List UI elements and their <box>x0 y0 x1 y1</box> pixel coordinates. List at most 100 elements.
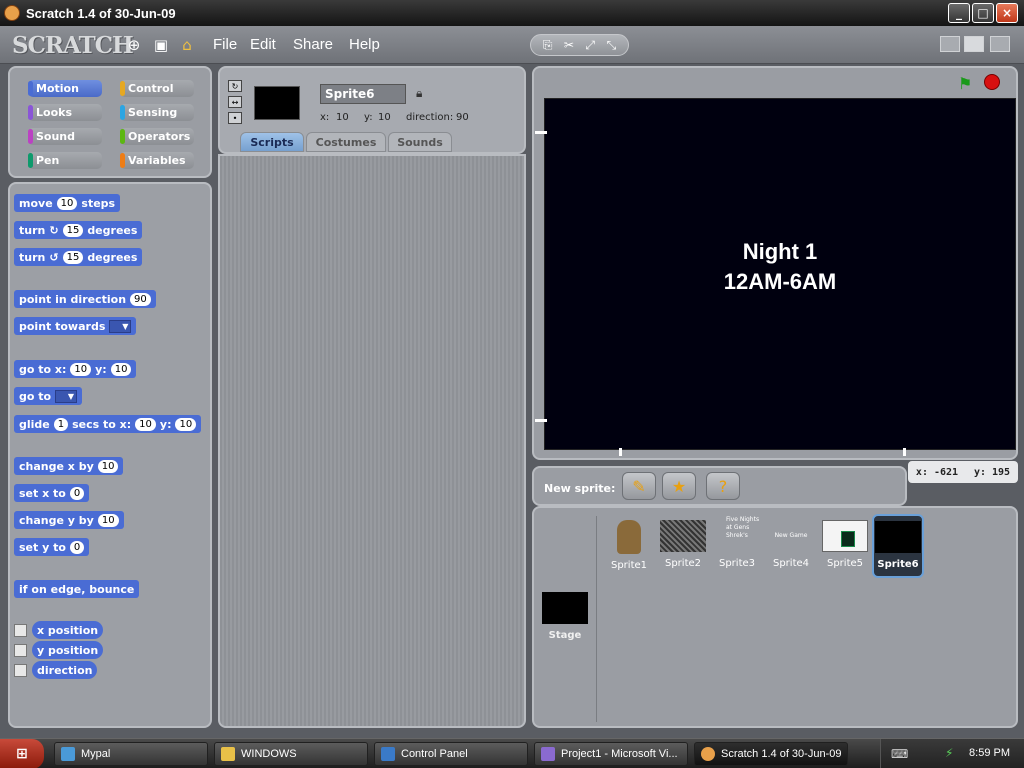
menu-file[interactable]: File <box>213 36 237 53</box>
sprite-thumbnail <box>254 86 300 120</box>
sprite-tile-3[interactable]: Five Nights at Gens Shrek's Sprite3 <box>712 514 762 576</box>
category-motion[interactable]: Motion <box>28 80 102 97</box>
task-visual-basic[interactable]: Project1 - Microsoft Vi... <box>534 742 688 766</box>
sprite-tile-4[interactable]: New Game Sprite4 <box>766 514 816 576</box>
sprite-tile-5[interactable]: Sprite5 <box>820 514 870 576</box>
shrink-icon[interactable]: ⤡ <box>603 37 619 53</box>
block-move[interactable]: move 10 steps <box>14 194 121 212</box>
change-x-input[interactable]: 10 <box>97 459 119 473</box>
menu-share[interactable]: Share <box>293 36 333 53</box>
mypal-icon <box>61 747 75 761</box>
stop-sign-icon[interactable] <box>984 74 1000 90</box>
start-button[interactable]: ⊞ <box>0 739 44 768</box>
glide-y-input[interactable]: 10 <box>175 417 197 431</box>
sprite-tile-2[interactable]: Sprite2 <box>658 514 708 576</box>
power-icon[interactable]: ⚡ <box>945 746 953 760</box>
block-go-to[interactable]: go to ▼ <box>14 387 83 405</box>
stage-canvas[interactable]: Night 1 12AM-6AM <box>535 98 1016 456</box>
close-button[interactable]: × <box>996 3 1018 23</box>
task-label: WINDOWS <box>241 748 297 760</box>
clock[interactable]: 8:59 PM <box>969 747 1010 759</box>
sprite2-thumbnail <box>660 520 706 552</box>
rotation-none-icon[interactable]: • <box>228 112 242 124</box>
direction-checkbox[interactable] <box>14 664 27 677</box>
rotation-left-right-icon[interactable]: ↔ <box>228 96 242 108</box>
sprite-tile-6[interactable]: Sprite6 <box>872 514 924 578</box>
turn-ccw-degrees-input[interactable]: 15 <box>62 250 84 264</box>
menu-edit[interactable]: Edit <box>250 36 276 53</box>
category-pen[interactable]: Pen <box>28 152 102 169</box>
block-set-x[interactable]: set x to 0 <box>14 484 90 502</box>
paint-new-sprite-icon[interactable]: ✎ <box>622 472 656 500</box>
menu-help[interactable]: Help <box>349 36 380 53</box>
category-operators[interactable]: Operators <box>120 128 194 145</box>
block-turn-counterclockwise[interactable]: turn ↺ 15 degrees <box>14 248 143 266</box>
maximize-button[interactable]: □ <box>972 3 994 23</box>
point-towards-dropdown[interactable]: ▼ <box>109 319 132 333</box>
mouse-coordinates: x: -621 y: 195 <box>908 461 1018 483</box>
glide-x-input[interactable]: 10 <box>135 417 156 431</box>
minimize-button[interactable]: _ <box>948 3 970 23</box>
tab-sounds[interactable]: Sounds <box>388 132 452 152</box>
rotation-free-icon[interactable]: ↻ <box>228 80 242 92</box>
green-flag-icon[interactable]: ⚑ <box>958 74 972 93</box>
go-to-y-input[interactable]: 10 <box>110 362 132 376</box>
reporter-y-position[interactable]: y position <box>32 641 104 659</box>
go-to-x-input[interactable]: 10 <box>70 362 92 376</box>
glide-secs-input[interactable]: 1 <box>53 417 69 431</box>
choose-sprite-from-file-icon[interactable]: ★ <box>662 472 696 500</box>
keyboard-icon[interactable]: ⌨ <box>891 747 908 761</box>
block-point-in-direction[interactable]: point in direction 90 <box>14 290 156 308</box>
tab-costumes[interactable]: Costumes <box>306 132 386 152</box>
y-position-checkbox[interactable] <box>14 644 27 657</box>
block-go-to-xy[interactable]: go to x: 10 y: 10 <box>14 360 137 378</box>
grow-icon[interactable]: ⤢ <box>582 37 598 53</box>
sprite-label: Sprite2 <box>664 558 702 569</box>
share-icon[interactable]: ⌂ <box>178 36 196 54</box>
block-turn-clockwise[interactable]: turn ↻ 15 degrees <box>14 221 143 239</box>
direction-dropdown[interactable]: 90 <box>130 292 151 306</box>
task-mypal[interactable]: Mypal <box>54 742 208 766</box>
sprite-name-field[interactable]: Sprite6 <box>320 84 406 104</box>
duplicate-icon[interactable]: ⎘ <box>540 37 556 53</box>
block-change-x[interactable]: change x by 10 <box>14 457 124 475</box>
block-change-y[interactable]: change y by 10 <box>14 511 124 529</box>
block-bounce[interactable]: if on edge, bounce <box>14 580 140 598</box>
set-y-input[interactable]: 0 <box>69 540 85 554</box>
reporter-direction[interactable]: direction <box>32 661 98 679</box>
reporter-x-position[interactable]: x position <box>32 621 104 639</box>
task-control-panel[interactable]: Control Panel <box>374 742 528 766</box>
sprite1-thumbnail <box>617 520 641 554</box>
task-scratch[interactable]: Scratch 1.4 of 30-Jun-09 <box>694 742 848 766</box>
category-sensing[interactable]: Sensing <box>120 104 194 121</box>
category-selector: Motion Control Looks Sensing Sound Opera… <box>8 66 212 178</box>
save-icon[interactable]: ▣ <box>152 36 170 54</box>
set-x-input[interactable]: 0 <box>69 486 85 500</box>
x-position-checkbox[interactable] <box>14 624 27 637</box>
move-steps-input[interactable]: 10 <box>56 196 78 210</box>
go-to-dropdown[interactable]: ▼ <box>55 389 78 403</box>
normal-stage-view-icon[interactable] <box>964 36 984 52</box>
category-looks[interactable]: Looks <box>28 104 102 121</box>
sprite-info-panel: ↻ ↔ • Sprite6 🔒︎ x: 10 y: 10 direction: … <box>218 66 526 154</box>
surprise-sprite-icon[interactable]: ? <box>706 472 740 500</box>
block-glide[interactable]: glide 1 secs to x: 10 y: 10 <box>14 415 202 433</box>
stage-tile[interactable]: Stage <box>540 586 590 648</box>
lock-icon[interactable]: 🔒︎ <box>416 86 422 101</box>
globe-icon[interactable]: ⊕ <box>125 36 143 54</box>
block-set-y[interactable]: set y to 0 <box>14 538 90 556</box>
delete-icon[interactable]: ✂ <box>561 37 577 53</box>
turn-cw-degrees-input[interactable]: 15 <box>62 223 84 237</box>
sprite-tile-1[interactable]: Sprite1 <box>604 514 654 576</box>
scripts-area[interactable] <box>218 154 526 728</box>
category-sound[interactable]: Sound <box>28 128 102 145</box>
small-stage-view-icon[interactable] <box>940 36 960 52</box>
category-control[interactable]: Control <box>120 80 194 97</box>
category-variables[interactable]: Variables <box>120 152 194 169</box>
block-point-towards[interactable]: point towards ▼ <box>14 317 137 335</box>
presentation-mode-icon[interactable] <box>990 36 1010 52</box>
task-windows-folder[interactable]: WINDOWS <box>214 742 368 766</box>
tab-scripts[interactable]: Scripts <box>240 132 304 152</box>
change-y-input[interactable]: 10 <box>97 513 119 527</box>
sprite-label: Sprite4 <box>772 558 810 569</box>
